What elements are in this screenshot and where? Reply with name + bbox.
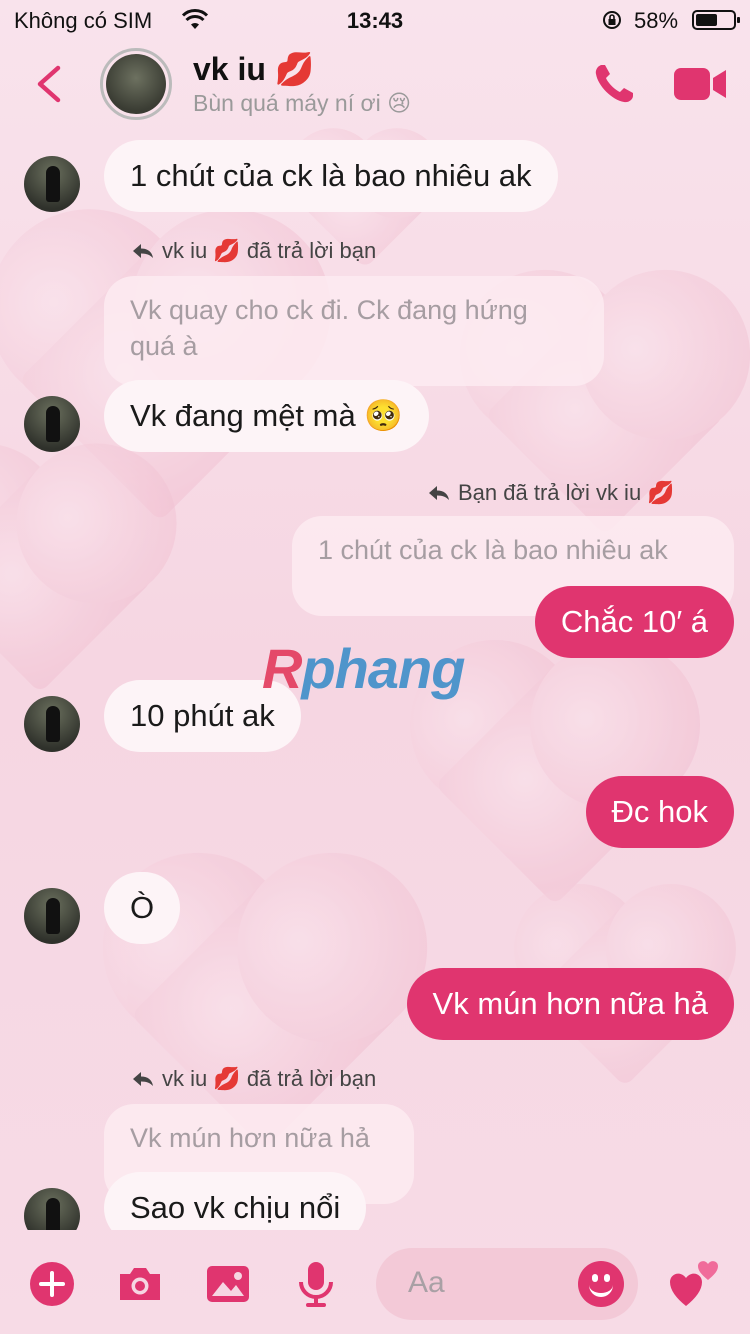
reply-label-text: vk iu 💋 đã trả lời bạn [162,238,377,263]
incoming-message[interactable]: Sao vk chịu nổi [104,1172,367,1230]
watermark-letter: R [262,637,302,700]
reply-arrow-icon [133,244,153,258]
contact-avatar[interactable] [100,48,172,120]
smiley-icon[interactable] [578,1261,624,1307]
rotation-lock-icon [603,11,621,29]
sender-avatar[interactable] [24,156,80,212]
carrier-label: Không có SIM [14,8,153,33]
reply-label: Bạn đã trả lời vk iu 💋 [428,480,675,506]
contact-name[interactable]: vk iu 💋 [193,50,315,88]
reply-arrow-icon [429,486,449,500]
chat-header: vk iu 💋 Bùn quá máy ní ơi 😢 [0,44,750,128]
sender-avatar[interactable] [24,396,80,452]
quoted-message[interactable]: Vk quay cho ck đi. Ck đang hứng quá à [104,276,604,386]
wifi-icon [182,9,208,29]
incoming-message[interactable]: Ò [104,872,181,944]
battery-percent: 58% [634,8,679,33]
outgoing-message[interactable]: Chắc 10′ á [534,586,734,658]
reply-label-text: vk iu 💋 đã trả lời bạn [162,1066,377,1091]
phone-icon[interactable] [590,60,638,108]
incoming-message[interactable]: Vk đang mệt mà 🥺 [104,380,429,452]
microphone-icon[interactable] [292,1260,340,1308]
reply-label: vk iu 💋 đã trả lời bạn [132,238,376,264]
message-composer[interactable] [376,1248,638,1320]
incoming-message[interactable]: 1 chút của ck là bao nhiêu ak [104,140,558,212]
plus-icon[interactable] [28,1260,76,1308]
outgoing-message[interactable]: Vk mún hơn nữa hả [406,968,734,1040]
hearts-icon[interactable] [668,1254,724,1310]
reply-arrow-icon [133,1072,153,1086]
back-chevron-icon[interactable] [30,62,70,106]
battery-fill [696,14,717,26]
sender-avatar[interactable] [24,696,80,752]
video-camera-icon[interactable] [672,64,728,104]
camera-icon[interactable] [116,1260,164,1308]
contact-status: Bùn quá máy ní ơi 😢 [193,90,412,116]
status-bar: Không có SIM 13:43 58% [0,0,750,40]
watermark-text: phang [301,637,465,700]
composer-bar [0,1240,750,1334]
image-icon[interactable] [204,1260,252,1308]
battery-icon [692,10,740,30]
message-input[interactable] [408,1266,568,1300]
outgoing-message[interactable]: Đc hok [585,776,734,848]
reply-label-text: Bạn đã trả lời vk iu 💋 [458,480,675,505]
sender-avatar[interactable] [24,1188,80,1230]
sender-avatar[interactable] [24,888,80,944]
watermark-logo: Rphang [262,636,465,701]
reply-label: vk iu 💋 đã trả lời bạn [132,1066,376,1092]
